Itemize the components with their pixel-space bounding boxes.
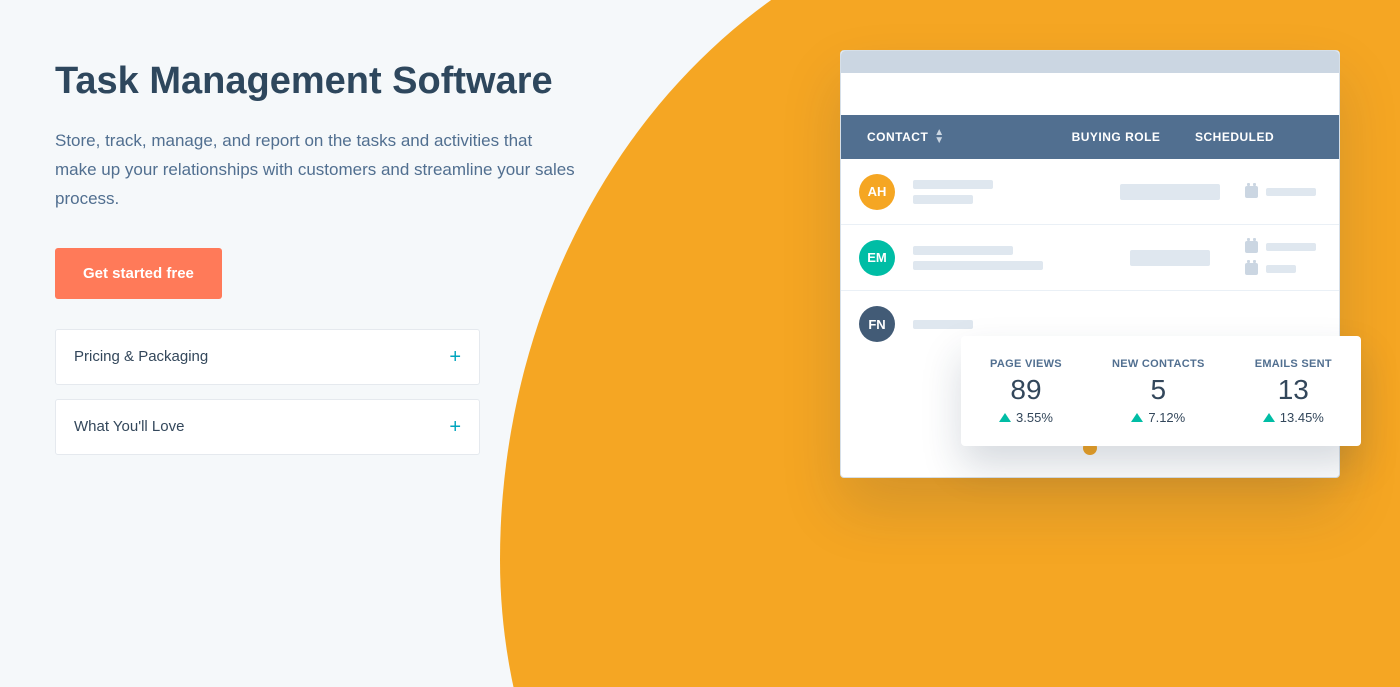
accordion-item-pricing[interactable]: Pricing & Packaging + (55, 329, 480, 385)
accordion: Pricing & Packaging + What You'll Love + (55, 329, 480, 455)
accordion-label: What You'll Love (74, 418, 184, 435)
page-subtitle: Store, track, manage, and report on the … (55, 127, 575, 214)
plus-icon: + (449, 417, 461, 437)
accordion-item-what-youll-love[interactable]: What You'll Love + (55, 399, 480, 455)
page-title: Task Management Software (55, 60, 615, 103)
plus-icon: + (449, 347, 461, 367)
get-started-button[interactable]: Get started free (55, 248, 222, 299)
accordion-label: Pricing & Packaging (74, 348, 208, 365)
hero-section: Task Management Software Store, track, m… (0, 0, 1400, 469)
hero-copy: Task Management Software Store, track, m… (55, 60, 615, 469)
